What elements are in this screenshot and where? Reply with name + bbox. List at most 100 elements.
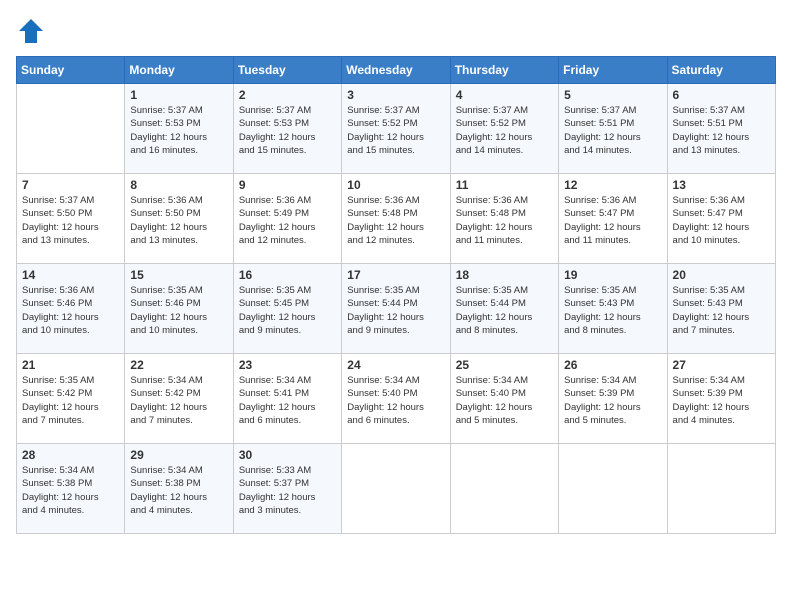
day-number: 11 — [456, 178, 553, 192]
calendar-week-row: 1 Sunrise: 5:37 AM Sunset: 5:53 PM Daylig… — [17, 84, 776, 174]
cell-info: Sunrise: 5:34 AM Sunset: 5:42 PM Dayligh… — [130, 374, 227, 427]
cell-info: Sunrise: 5:34 AM Sunset: 5:40 PM Dayligh… — [456, 374, 553, 427]
cell-info: Sunrise: 5:36 AM Sunset: 5:47 PM Dayligh… — [673, 194, 770, 247]
day-number: 7 — [22, 178, 119, 192]
cell-info: Sunrise: 5:37 AM Sunset: 5:53 PM Dayligh… — [239, 104, 336, 157]
day-number: 15 — [130, 268, 227, 282]
day-number: 23 — [239, 358, 336, 372]
cell-info: Sunrise: 5:37 AM Sunset: 5:52 PM Dayligh… — [347, 104, 444, 157]
calendar-cell: 5 Sunrise: 5:37 AM Sunset: 5:51 PM Daylig… — [559, 84, 667, 174]
header-tuesday: Tuesday — [233, 57, 341, 84]
day-number: 10 — [347, 178, 444, 192]
calendar-cell: 12 Sunrise: 5:36 AM Sunset: 5:47 PM Dayli… — [559, 174, 667, 264]
calendar-cell: 23 Sunrise: 5:34 AM Sunset: 5:41 PM Dayli… — [233, 354, 341, 444]
cell-info: Sunrise: 5:36 AM Sunset: 5:48 PM Dayligh… — [347, 194, 444, 247]
calendar-cell: 25 Sunrise: 5:34 AM Sunset: 5:40 PM Dayli… — [450, 354, 558, 444]
header-friday: Friday — [559, 57, 667, 84]
day-number: 26 — [564, 358, 661, 372]
calendar-cell — [342, 444, 450, 534]
day-number: 24 — [347, 358, 444, 372]
calendar-cell: 24 Sunrise: 5:34 AM Sunset: 5:40 PM Dayli… — [342, 354, 450, 444]
cell-info: Sunrise: 5:36 AM Sunset: 5:46 PM Dayligh… — [22, 284, 119, 337]
calendar-cell: 11 Sunrise: 5:36 AM Sunset: 5:48 PM Dayli… — [450, 174, 558, 264]
day-number: 30 — [239, 448, 336, 462]
calendar-cell — [559, 444, 667, 534]
cell-info: Sunrise: 5:34 AM Sunset: 5:41 PM Dayligh… — [239, 374, 336, 427]
day-number: 22 — [130, 358, 227, 372]
calendar-cell: 20Sunrise: 5:35 AM Sunset: 5:43 PM Dayli… — [667, 264, 775, 354]
day-number: 1 — [130, 88, 227, 102]
calendar-cell — [450, 444, 558, 534]
cell-info: Sunrise: 5:36 AM Sunset: 5:50 PM Dayligh… — [130, 194, 227, 247]
day-number: 16 — [239, 268, 336, 282]
day-number: 25 — [456, 358, 553, 372]
header-wednesday: Wednesday — [342, 57, 450, 84]
header-saturday: Saturday — [667, 57, 775, 84]
cell-info: Sunrise: 5:34 AM Sunset: 5:39 PM Dayligh… — [673, 374, 770, 427]
calendar-cell: 27 Sunrise: 5:34 AM Sunset: 5:39 PM Dayli… — [667, 354, 775, 444]
day-number: 9 — [239, 178, 336, 192]
cell-info: Sunrise: 5:35 AM Sunset: 5:43 PM Dayligh… — [564, 284, 661, 337]
cell-info: Sunrise: 5:37 AM Sunset: 5:50 PM Dayligh… — [22, 194, 119, 247]
day-number: 28 — [22, 448, 119, 462]
calendar-cell — [17, 84, 125, 174]
calendar-cell: 1 Sunrise: 5:37 AM Sunset: 5:53 PM Daylig… — [125, 84, 233, 174]
calendar-week-row: 21 Sunrise: 5:35 AM Sunset: 5:42 PM Dayli… — [17, 354, 776, 444]
calendar-cell — [667, 444, 775, 534]
cell-info: Sunrise: 5:35 AM Sunset: 5:44 PM Dayligh… — [456, 284, 553, 337]
calendar-week-row: 14 Sunrise: 5:36 AM Sunset: 5:46 PM Dayli… — [17, 264, 776, 354]
day-number: 4 — [456, 88, 553, 102]
day-number: 21 — [22, 358, 119, 372]
calendar-cell: 13 Sunrise: 5:36 AM Sunset: 5:47 PM Dayli… — [667, 174, 775, 264]
cell-info: Sunrise: 5:35 AM Sunset: 5:42 PM Dayligh… — [22, 374, 119, 427]
day-number: 5 — [564, 88, 661, 102]
calendar-cell: 7 Sunrise: 5:37 AM Sunset: 5:50 PM Daylig… — [17, 174, 125, 264]
day-number: 8 — [130, 178, 227, 192]
calendar-cell: 16Sunrise: 5:35 AM Sunset: 5:45 PM Dayli… — [233, 264, 341, 354]
calendar-week-row: 7 Sunrise: 5:37 AM Sunset: 5:50 PM Daylig… — [17, 174, 776, 264]
calendar-week-row: 28 Sunrise: 5:34 AM Sunset: 5:38 PM Dayli… — [17, 444, 776, 534]
calendar-cell: 8 Sunrise: 5:36 AM Sunset: 5:50 PM Daylig… — [125, 174, 233, 264]
day-number: 29 — [130, 448, 227, 462]
calendar-cell: 15 Sunrise: 5:35 AM Sunset: 5:46 PM Dayli… — [125, 264, 233, 354]
header-thursday: Thursday — [450, 57, 558, 84]
day-number: 19 — [564, 268, 661, 282]
calendar-header-row: SundayMondayTuesdayWednesdayThursdayFrid… — [17, 57, 776, 84]
cell-info: Sunrise: 5:34 AM Sunset: 5:38 PM Dayligh… — [22, 464, 119, 517]
calendar-cell: 6 Sunrise: 5:37 AM Sunset: 5:51 PM Daylig… — [667, 84, 775, 174]
day-number: 13 — [673, 178, 770, 192]
calendar-cell: 3Sunrise: 5:37 AM Sunset: 5:52 PM Daylig… — [342, 84, 450, 174]
calendar-cell: 18Sunrise: 5:35 AM Sunset: 5:44 PM Dayli… — [450, 264, 558, 354]
day-number: 2 — [239, 88, 336, 102]
header-sunday: Sunday — [17, 57, 125, 84]
cell-info: Sunrise: 5:35 AM Sunset: 5:44 PM Dayligh… — [347, 284, 444, 337]
day-number: 27 — [673, 358, 770, 372]
cell-info: Sunrise: 5:37 AM Sunset: 5:51 PM Dayligh… — [673, 104, 770, 157]
cell-info: Sunrise: 5:35 AM Sunset: 5:46 PM Dayligh… — [130, 284, 227, 337]
logo — [16, 16, 50, 46]
cell-info: Sunrise: 5:36 AM Sunset: 5:47 PM Dayligh… — [564, 194, 661, 247]
calendar-cell: 2 Sunrise: 5:37 AM Sunset: 5:53 PM Daylig… — [233, 84, 341, 174]
calendar-cell: 26 Sunrise: 5:34 AM Sunset: 5:39 PM Dayli… — [559, 354, 667, 444]
cell-info: Sunrise: 5:34 AM Sunset: 5:39 PM Dayligh… — [564, 374, 661, 427]
cell-info: Sunrise: 5:37 AM Sunset: 5:53 PM Dayligh… — [130, 104, 227, 157]
day-number: 6 — [673, 88, 770, 102]
cell-info: Sunrise: 5:35 AM Sunset: 5:43 PM Dayligh… — [673, 284, 770, 337]
day-number: 12 — [564, 178, 661, 192]
calendar-cell: 10 Sunrise: 5:36 AM Sunset: 5:48 PM Dayli… — [342, 174, 450, 264]
calendar-cell: 28 Sunrise: 5:34 AM Sunset: 5:38 PM Dayli… — [17, 444, 125, 534]
cell-info: Sunrise: 5:33 AM Sunset: 5:37 PM Dayligh… — [239, 464, 336, 517]
day-number: 14 — [22, 268, 119, 282]
cell-info: Sunrise: 5:37 AM Sunset: 5:51 PM Dayligh… — [564, 104, 661, 157]
cell-info: Sunrise: 5:34 AM Sunset: 5:40 PM Dayligh… — [347, 374, 444, 427]
header-monday: Monday — [125, 57, 233, 84]
cell-info: Sunrise: 5:36 AM Sunset: 5:48 PM Dayligh… — [456, 194, 553, 247]
calendar-cell: 22 Sunrise: 5:34 AM Sunset: 5:42 PM Dayli… — [125, 354, 233, 444]
calendar-cell: 14 Sunrise: 5:36 AM Sunset: 5:46 PM Dayli… — [17, 264, 125, 354]
calendar-cell: 29 Sunrise: 5:34 AM Sunset: 5:38 PM Dayli… — [125, 444, 233, 534]
cell-info: Sunrise: 5:34 AM Sunset: 5:38 PM Dayligh… — [130, 464, 227, 517]
calendar-cell: 21 Sunrise: 5:35 AM Sunset: 5:42 PM Dayli… — [17, 354, 125, 444]
calendar-cell: 30 Sunrise: 5:33 AM Sunset: 5:37 PM Dayli… — [233, 444, 341, 534]
calendar-cell: 4Sunrise: 5:37 AM Sunset: 5:52 PM Daylig… — [450, 84, 558, 174]
page-header — [16, 16, 776, 46]
